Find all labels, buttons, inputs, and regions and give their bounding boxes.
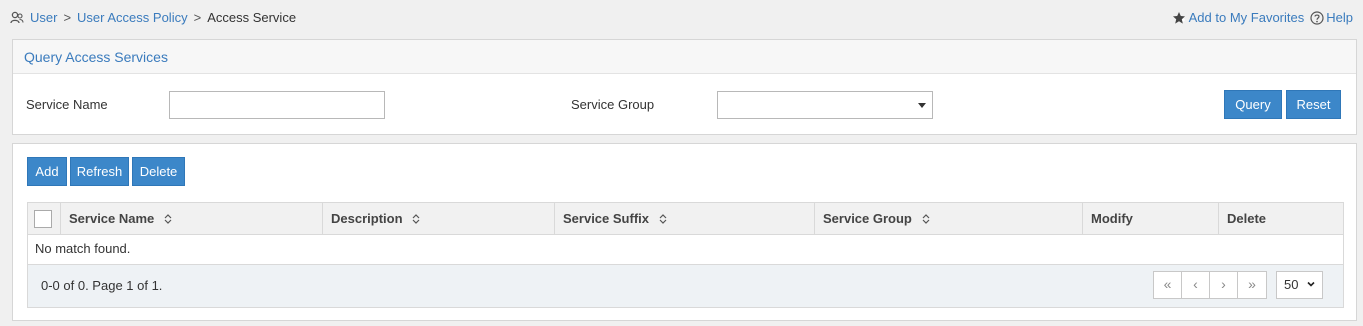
column-label: Delete xyxy=(1227,211,1267,226)
column-header-modify: Modify xyxy=(1083,203,1219,234)
column-header-service-suffix[interactable]: Service Suffix xyxy=(555,203,815,234)
pagination-controls: « ‹ › » xyxy=(1153,271,1267,299)
refresh-button[interactable]: Refresh xyxy=(70,157,129,186)
services-table: Service Name Description Service Suffix … xyxy=(27,202,1344,308)
top-bar: User > User Access Policy > Access Servi… xyxy=(0,0,1363,36)
top-links: Add to My Favorites Help xyxy=(1172,10,1353,25)
column-header-service-name[interactable]: Service Name xyxy=(61,203,323,234)
breadcrumb-link-user-access-policy[interactable]: User Access Policy xyxy=(77,10,188,25)
column-label: Service Group xyxy=(823,211,912,226)
pagination-summary: 0-0 of 0. Page 1 of 1. xyxy=(41,278,163,293)
sort-icon xyxy=(412,214,420,224)
column-header-description[interactable]: Description xyxy=(323,203,555,234)
page-size-select[interactable]: 50 xyxy=(1276,271,1323,299)
add-button[interactable]: Add xyxy=(27,157,67,186)
users-icon xyxy=(10,11,24,23)
page-size-value: 50 xyxy=(1284,277,1299,292)
table-footer: 0-0 of 0. Page 1 of 1. « ‹ › » 50 xyxy=(28,265,1343,307)
prev-page-icon[interactable]: ‹ xyxy=(1182,272,1210,298)
column-header-delete: Delete xyxy=(1219,203,1343,234)
breadcrumb-current: Access Service xyxy=(207,10,297,25)
help-link[interactable]: Help xyxy=(1326,10,1353,25)
column-label: Modify xyxy=(1091,211,1133,226)
column-header-service-group[interactable]: Service Group xyxy=(815,203,1083,234)
service-group-select[interactable] xyxy=(717,91,933,119)
breadcrumb: User > User Access Policy > Access Servi… xyxy=(10,10,296,25)
last-page-icon[interactable]: » xyxy=(1238,272,1266,298)
empty-message: No match found. xyxy=(28,235,1343,265)
star-icon[interactable] xyxy=(1172,11,1186,25)
services-list-panel: Add Refresh Delete Service Name Descript… xyxy=(12,143,1357,321)
add-to-favorites-link[interactable]: Add to My Favorites xyxy=(1189,10,1305,25)
column-label: Service Suffix xyxy=(563,211,649,226)
table-header: Service Name Description Service Suffix … xyxy=(28,203,1343,235)
select-all-checkbox[interactable] xyxy=(34,210,52,228)
select-all-column xyxy=(28,203,61,234)
sort-icon xyxy=(922,214,929,224)
query-panel: Query Access Services Service Name Servi… xyxy=(12,39,1357,135)
service-name-label: Service Name xyxy=(26,97,108,112)
breadcrumb-separator: > xyxy=(63,10,72,25)
breadcrumb-separator: > xyxy=(193,10,202,25)
service-group-label: Service Group xyxy=(571,97,655,112)
reset-button[interactable]: Reset xyxy=(1286,90,1341,119)
breadcrumb-link-user[interactable]: User xyxy=(30,10,57,25)
column-label: Service Name xyxy=(69,211,155,226)
query-panel-title: Query Access Services xyxy=(13,40,1356,74)
delete-button[interactable]: Delete xyxy=(132,157,185,186)
sort-icon xyxy=(659,214,667,224)
chevron-down-icon xyxy=(1307,281,1315,287)
help-icon[interactable] xyxy=(1310,10,1324,25)
first-page-icon[interactable]: « xyxy=(1154,272,1182,298)
next-page-icon[interactable]: › xyxy=(1210,272,1238,298)
column-label: Description xyxy=(331,211,403,226)
dropdown-caret-icon xyxy=(918,103,926,108)
service-name-input[interactable] xyxy=(169,91,385,119)
query-button[interactable]: Query xyxy=(1224,90,1282,119)
sort-icon xyxy=(164,214,172,224)
